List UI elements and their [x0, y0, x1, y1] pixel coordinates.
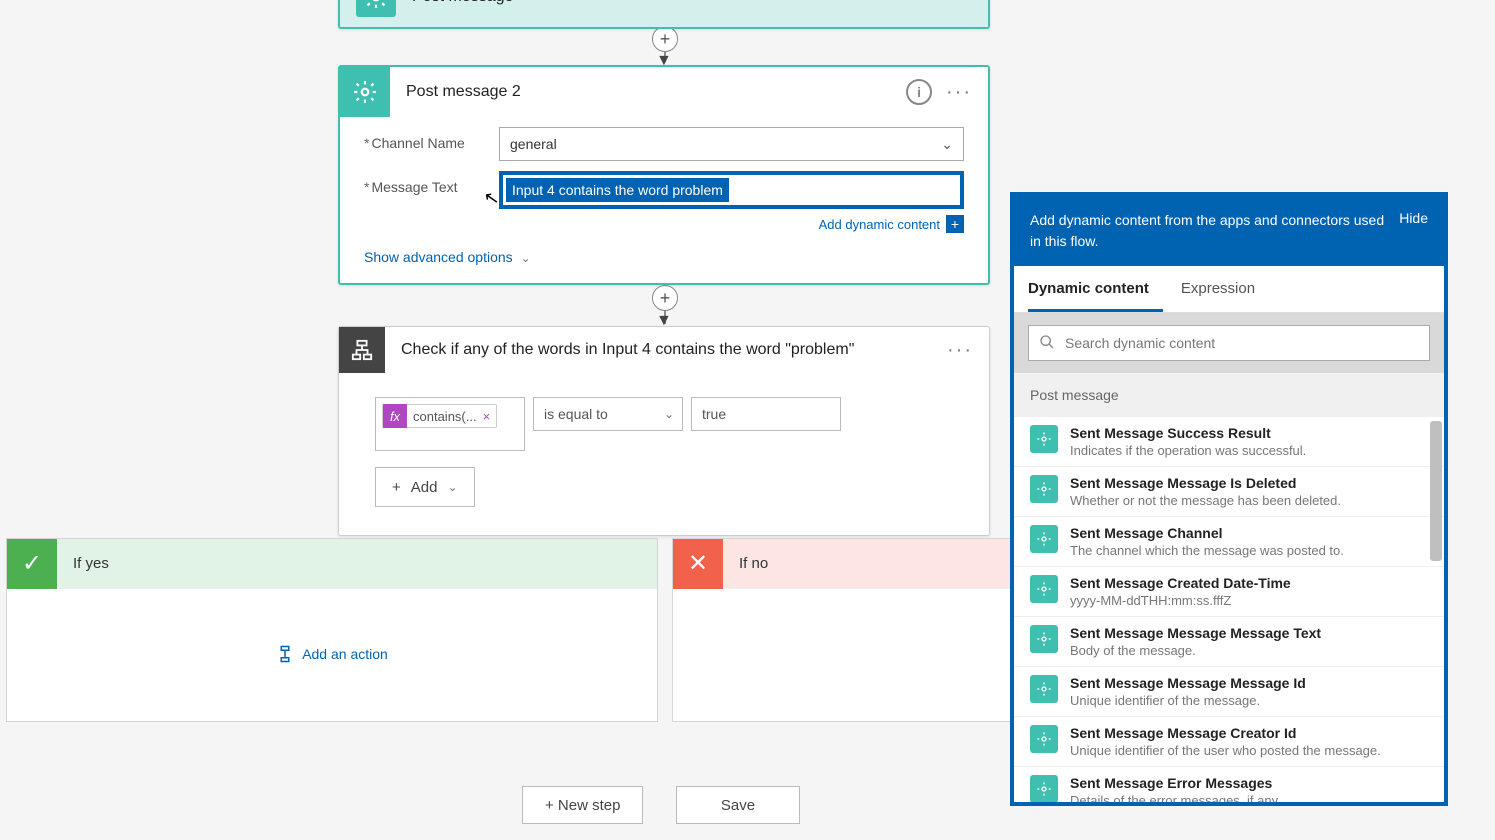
hash-icon — [356, 0, 396, 17]
item-description: Unique identifier of the message. — [1070, 693, 1306, 708]
item-name: Sent Message Channel — [1070, 525, 1344, 541]
panel-banner-text: Add dynamic content from the apps and co… — [1030, 210, 1387, 252]
dynamic-content-item[interactable]: Sent Message Message Is Deleted Whether … — [1014, 467, 1444, 517]
chevron-down-icon: ⌄ — [447, 480, 457, 494]
dynamic-content-item[interactable]: Sent Message Message Message Text Body o… — [1014, 617, 1444, 667]
branch-title: If yes — [57, 555, 657, 572]
close-icon: ✕ — [673, 539, 723, 589]
show-advanced-options-toggle[interactable]: Show advanced options⌄ — [340, 233, 988, 283]
dynamic-content-item[interactable]: Sent Message Channel The channel which t… — [1014, 517, 1444, 567]
add-step-button-1[interactable]: + — [652, 26, 678, 52]
save-button[interactable]: Save — [676, 786, 800, 824]
item-name: Sent Message Message Is Deleted — [1070, 475, 1341, 491]
message-text-input[interactable]: Input 4 contains the word problem — [499, 171, 964, 209]
card-title: Check if any of the words in Input 4 con… — [401, 341, 947, 359]
dynamic-content-item[interactable]: Sent Message Success Result Indicates if… — [1014, 417, 1444, 467]
search-icon — [1039, 334, 1055, 353]
more-menu-icon[interactable]: ··· — [946, 81, 972, 104]
card-title: Post message 2 — [406, 83, 906, 101]
item-name: Sent Message Message Message Text — [1070, 625, 1321, 641]
connector-icon — [1030, 475, 1058, 503]
card-title: Post message — [412, 0, 972, 6]
message-text-label: *Message Text — [364, 171, 499, 195]
item-description: yyyy-MM-ddTHH:mm:ss.fffZ — [1070, 593, 1291, 608]
add-dynamic-content-button[interactable]: + — [946, 215, 964, 233]
tab-dynamic-content[interactable]: Dynamic content — [1028, 266, 1163, 312]
fx-icon: fx — [383, 404, 407, 428]
add-condition-button[interactable]: + Add ⌄ — [375, 467, 475, 507]
dynamic-content-panel: Add dynamic content from the apps and co… — [1010, 192, 1448, 806]
condition-value-input[interactable]: true — [691, 397, 841, 431]
post-message-card[interactable]: Post message — [338, 0, 990, 29]
plus-icon: + — [392, 479, 401, 496]
add-step-button-2[interactable]: + — [652, 285, 678, 311]
connector-icon — [1030, 675, 1058, 703]
channel-name-label: *Channel Name — [364, 127, 499, 151]
item-description: Unique identifier of the user who posted… — [1070, 743, 1381, 758]
dynamic-content-item[interactable]: Sent Message Message Message Id Unique i… — [1014, 667, 1444, 717]
item-name: Sent Message Message Message Id — [1070, 675, 1306, 691]
if-yes-branch: ✓ If yes Add an action — [6, 538, 658, 722]
item-description: Indicates if the operation was successfu… — [1070, 443, 1306, 458]
condition-icon — [339, 327, 385, 373]
connector-icon — [1030, 425, 1058, 453]
item-name: Sent Message Created Date-Time — [1070, 575, 1291, 591]
hide-panel-link[interactable]: Hide — [1387, 210, 1428, 252]
dynamic-content-item[interactable]: Sent Message Error Messages Details of t… — [1014, 767, 1444, 802]
item-description: Details of the error messages, if any. — [1070, 793, 1281, 802]
channel-name-select[interactable]: general ⌄ — [499, 127, 964, 161]
condition-left-operand[interactable]: fx contains(... × — [375, 397, 525, 451]
chevron-down-icon: ⌄ — [664, 407, 674, 421]
dynamic-content-item[interactable]: Sent Message Message Creator Id Unique i… — [1014, 717, 1444, 767]
chevron-down-icon: ⌄ — [941, 136, 953, 153]
connector-icon — [1030, 725, 1058, 753]
connector-icon — [1030, 625, 1058, 653]
add-dynamic-content-link[interactable]: Add dynamic content — [819, 217, 940, 232]
item-description: Whether or not the message has been dele… — [1070, 493, 1341, 508]
new-step-button[interactable]: + New step — [522, 786, 643, 824]
chevron-down-icon: ⌄ — [521, 251, 531, 265]
dynamic-content-list[interactable]: Post message Sent Message Success Result… — [1014, 373, 1444, 802]
expression-token[interactable]: fx contains(... × — [382, 404, 497, 428]
item-description: Body of the message. — [1070, 643, 1321, 658]
connector-icon — [1030, 575, 1058, 603]
condition-card: Check if any of the words in Input 4 con… — [338, 326, 990, 536]
item-description: The channel which the message was posted… — [1070, 543, 1344, 558]
check-icon: ✓ — [7, 539, 57, 589]
info-icon[interactable]: i — [906, 79, 932, 105]
item-name: Sent Message Success Result — [1070, 425, 1306, 441]
item-name: Sent Message Message Creator Id — [1070, 725, 1381, 741]
connector-icon — [1030, 775, 1058, 802]
search-dynamic-content-input[interactable]: Search dynamic content — [1028, 325, 1430, 361]
scrollbar-thumb[interactable] — [1430, 421, 1442, 561]
condition-operator-select[interactable]: is equal to ⌄ — [533, 397, 683, 431]
hash-icon — [340, 67, 390, 117]
add-action-link[interactable]: Add an action — [276, 645, 388, 663]
post-message-2-card: Post message 2 i ··· *Channel Name gener… — [338, 65, 990, 285]
dynamic-content-item[interactable]: Sent Message Created Date-Time yyyy-MM-d… — [1014, 567, 1444, 617]
item-name: Sent Message Error Messages — [1070, 775, 1281, 791]
remove-token-icon[interactable]: × — [477, 409, 497, 424]
more-menu-icon[interactable]: ··· — [947, 339, 973, 362]
tab-expression[interactable]: Expression — [1181, 266, 1269, 312]
section-header: Post message — [1014, 373, 1444, 417]
connector-icon — [1030, 525, 1058, 553]
